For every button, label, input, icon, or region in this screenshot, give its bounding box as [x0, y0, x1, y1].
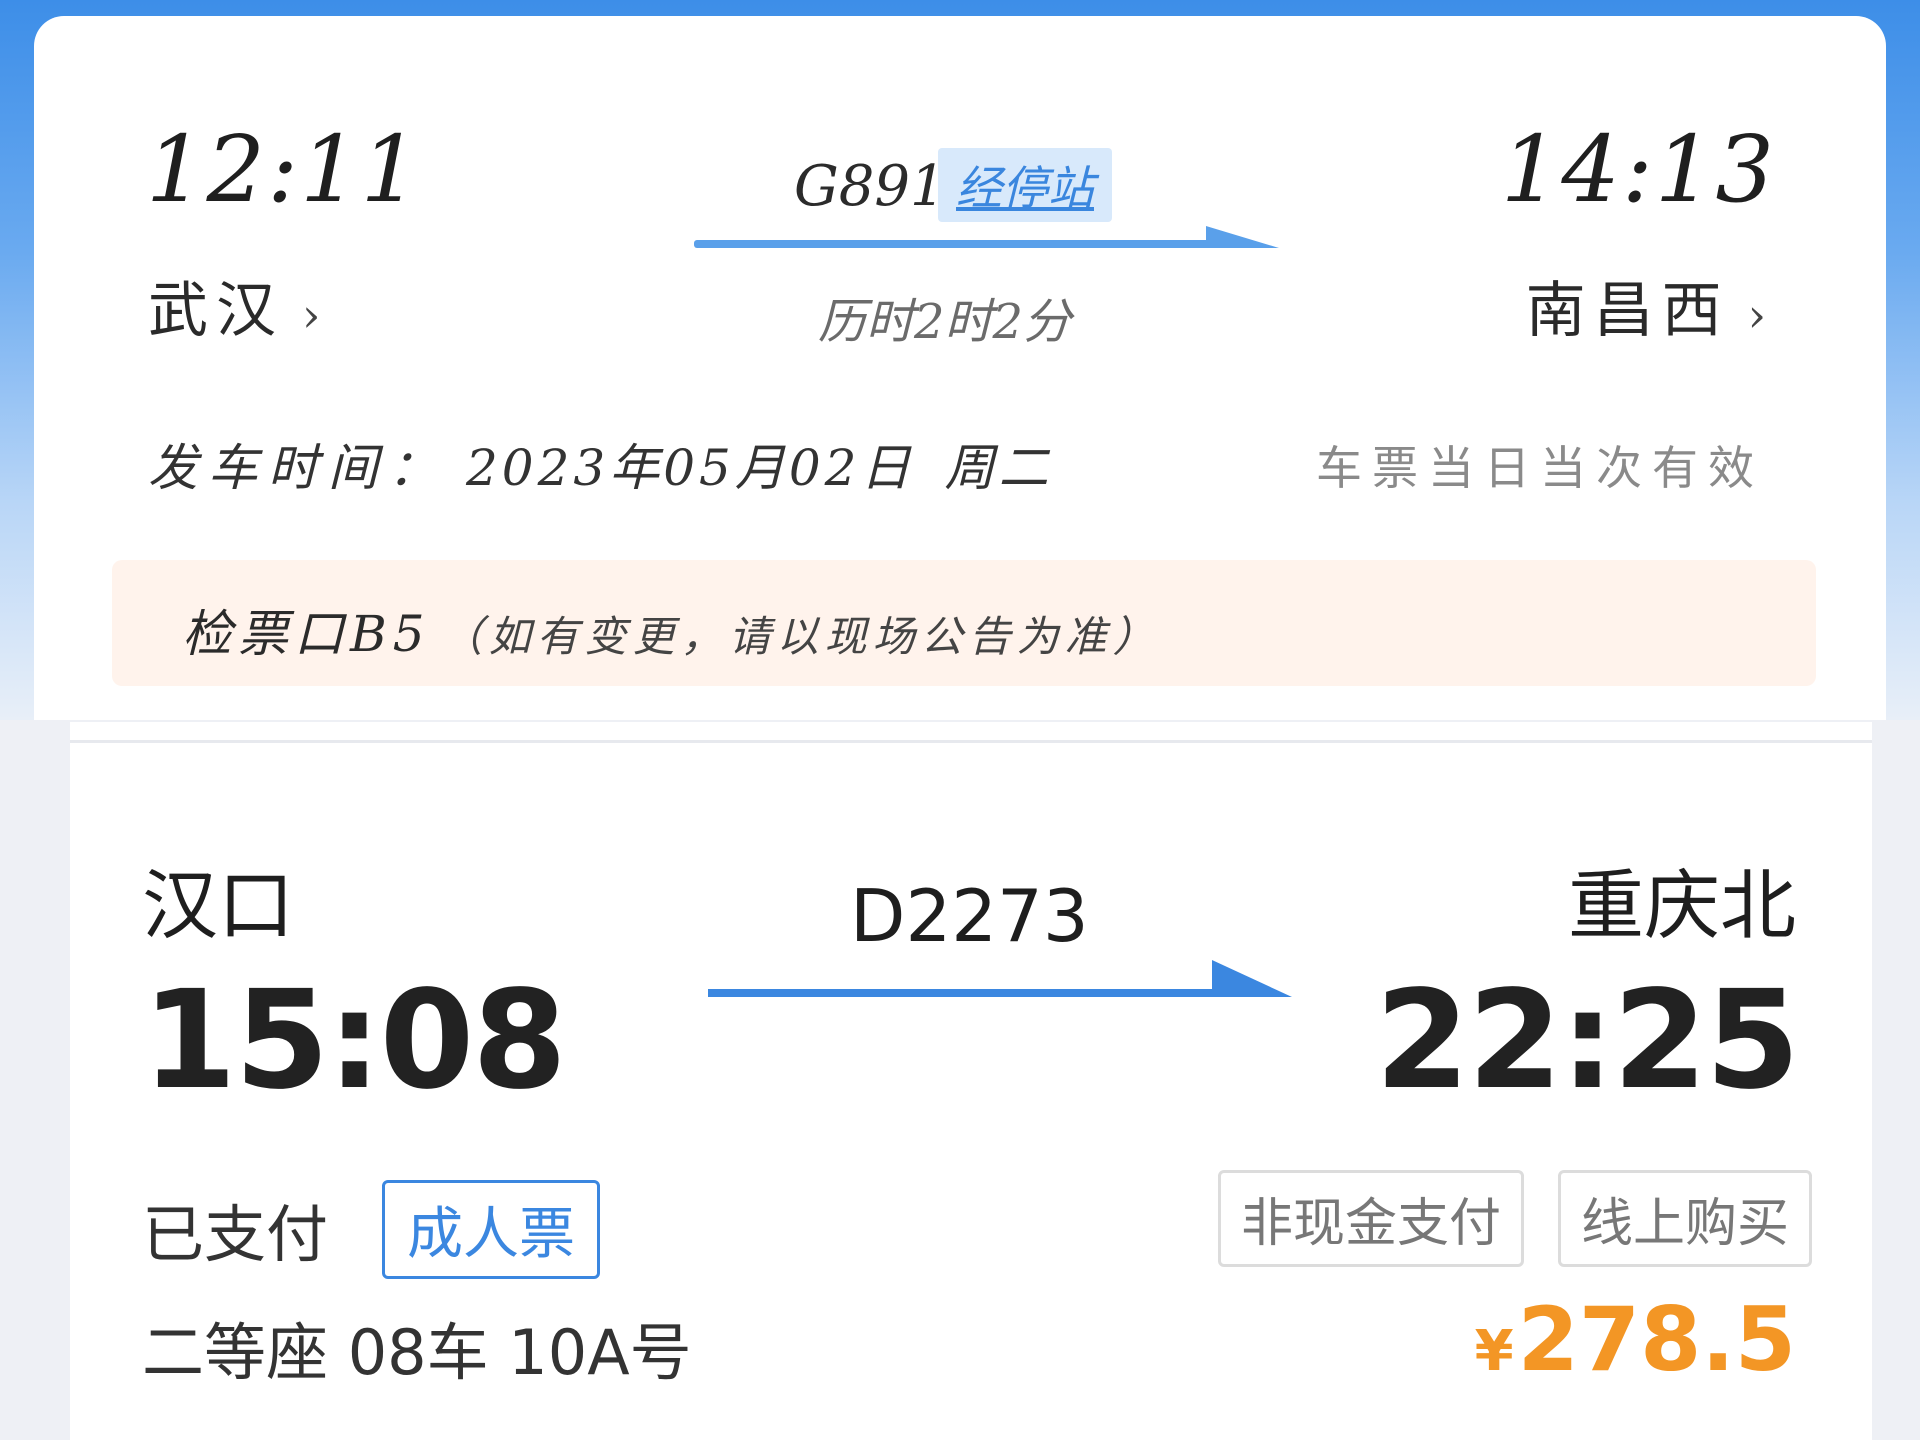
route-arrow-icon	[708, 960, 1292, 997]
weekday: 周二	[944, 439, 1053, 497]
ticket-price: ¥278.5	[1475, 1288, 1796, 1391]
divider	[70, 740, 1872, 743]
gate-note: （如有变更，请以现场公告为准）	[440, 612, 1161, 661]
trip-duration: 历时2时2分	[818, 294, 1072, 350]
payment-method-tag: 非现金支付	[1217, 1170, 1524, 1267]
currency-symbol: ¥	[1474, 1319, 1514, 1384]
payment-status: 已支付	[142, 1198, 329, 1271]
date-value: 2023年05月02日	[466, 439, 915, 497]
stops-link[interactable]: 经停站	[938, 148, 1112, 222]
train-number: G891	[794, 154, 946, 219]
chevron-right-icon: ›	[1747, 288, 1774, 343]
ticket-type-badge: 成人票	[382, 1180, 600, 1279]
departure-time: 12:11	[146, 116, 422, 223]
arrival-station-link[interactable]: 南昌西 ›	[1526, 262, 1774, 349]
arrival-time: 22:25	[1375, 962, 1800, 1120]
departure-time: 15:08	[142, 962, 567, 1120]
purchase-channel-tag: 线上购买	[1557, 1170, 1812, 1267]
departure-station-name: 武汉	[148, 276, 284, 346]
gate-number: 检票口B5	[182, 605, 431, 663]
seat-info: 二等座 08车 10A号	[142, 1316, 692, 1389]
train-number: D2273	[850, 874, 1089, 958]
price-value: 278.5	[1517, 1288, 1796, 1391]
departure-station: 汉口	[142, 861, 294, 950]
route-arrow-icon	[694, 226, 1279, 248]
validity-note: 车票当日当次有效	[1316, 441, 1764, 495]
ticket-card-d2273: 汉口 D2273 重庆北 15:08 22:25 已支付 成人票 非现金支付 线…	[70, 722, 1872, 1440]
departure-station-link[interactable]: 武汉 ›	[148, 262, 328, 349]
departure-date: 发车时间： 2023年05月02日 周二	[148, 428, 1053, 500]
chevron-right-icon: ›	[302, 288, 329, 343]
arrival-time: 14:13	[1500, 116, 1776, 223]
arrival-station-name: 南昌西	[1525, 276, 1730, 346]
gate-banner: 检票口B5 （如有变更，请以现场公告为准）	[112, 560, 1816, 686]
date-label: 发车时间：	[148, 439, 448, 497]
ticket-card-g891: 12:11 G891 经停站 14:13 武汉 › 历时2时2分 南昌西 › 发车时…	[34, 16, 1886, 720]
gate-info: 检票口B5 （如有变更，请以现场公告为准）	[182, 594, 1161, 666]
arrival-station: 重庆北	[1568, 861, 1796, 950]
